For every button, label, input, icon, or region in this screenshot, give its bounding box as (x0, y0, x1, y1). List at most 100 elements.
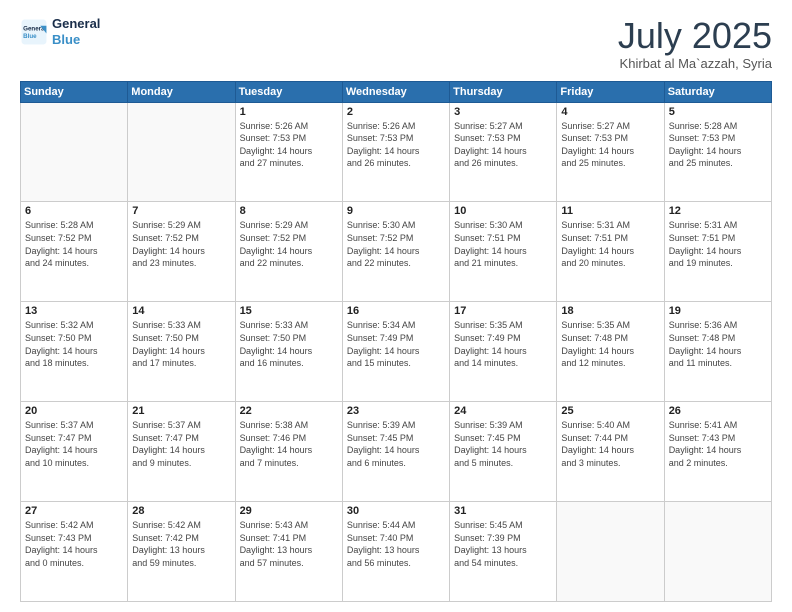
day-number: 26 (669, 405, 767, 417)
day-info: Sunrise: 5:27 AM Sunset: 7:53 PM Dayligh… (561, 120, 659, 170)
day-number: 16 (347, 305, 445, 317)
location-subtitle: Khirbat al Ma`azzah, Syria (618, 56, 772, 71)
day-number: 30 (347, 505, 445, 517)
day-number: 4 (561, 106, 659, 118)
table-row: 28 Sunrise: 5:42 AM Sunset: 7:42 PM Dayli… (128, 502, 235, 602)
calendar-week-row: 27 Sunrise: 5:42 AM Sunset: 7:43 PM Dayli… (21, 502, 772, 602)
table-row: 26 Sunrise: 5:41 AM Sunset: 7:43 PM Dayli… (664, 402, 771, 502)
header-monday: Monday (128, 81, 235, 102)
day-number: 10 (454, 205, 552, 217)
table-row: 8 Sunrise: 5:29 AM Sunset: 7:52 PM Daylig… (235, 202, 342, 302)
day-info: Sunrise: 5:37 AM Sunset: 7:47 PM Dayligh… (25, 419, 123, 469)
table-row: 13 Sunrise: 5:32 AM Sunset: 7:50 PM Dayli… (21, 302, 128, 402)
day-info: Sunrise: 5:37 AM Sunset: 7:47 PM Dayligh… (132, 419, 230, 469)
logo-text: General Blue (52, 16, 100, 47)
table-row: 31 Sunrise: 5:45 AM Sunset: 7:39 PM Dayli… (450, 502, 557, 602)
day-number: 13 (25, 305, 123, 317)
table-row: 21 Sunrise: 5:37 AM Sunset: 7:47 PM Dayli… (128, 402, 235, 502)
table-row: 4 Sunrise: 5:27 AM Sunset: 7:53 PM Daylig… (557, 102, 664, 202)
day-number: 6 (25, 205, 123, 217)
day-info: Sunrise: 5:26 AM Sunset: 7:53 PM Dayligh… (347, 120, 445, 170)
calendar-week-row: 6Sunrise: 5:28 AM Sunset: 7:52 PM Daylig… (21, 202, 772, 302)
page: General Blue General Blue July 2025 Khir… (0, 0, 792, 612)
calendar-week-row: 1Sunrise: 5:26 AM Sunset: 7:53 PM Daylig… (21, 102, 772, 202)
day-number: 18 (561, 305, 659, 317)
table-row: 6Sunrise: 5:28 AM Sunset: 7:52 PM Daylig… (21, 202, 128, 302)
header-saturday: Saturday (664, 81, 771, 102)
table-row: 5 Sunrise: 5:28 AM Sunset: 7:53 PM Daylig… (664, 102, 771, 202)
calendar-header-row: Sunday Monday Tuesday Wednesday Thursday… (21, 81, 772, 102)
calendar-week-row: 13 Sunrise: 5:32 AM Sunset: 7:50 PM Dayli… (21, 302, 772, 402)
table-row: 22Sunrise: 5:38 AM Sunset: 7:46 PM Dayli… (235, 402, 342, 502)
day-info: Sunrise: 5:34 AM Sunset: 7:49 PM Dayligh… (347, 319, 445, 369)
table-row: 16 Sunrise: 5:34 AM Sunset: 7:49 PM Dayli… (342, 302, 449, 402)
day-number: 8 (240, 205, 338, 217)
table-row: 20 Sunrise: 5:37 AM Sunset: 7:47 PM Dayli… (21, 402, 128, 502)
day-info: Sunrise: 5:31 AM Sunset: 7:51 PM Dayligh… (669, 219, 767, 269)
day-number: 20 (25, 405, 123, 417)
table-row: 1Sunrise: 5:26 AM Sunset: 7:53 PM Daylig… (235, 102, 342, 202)
day-info: Sunrise: 5:45 AM Sunset: 7:39 PM Dayligh… (454, 519, 552, 569)
logo: General Blue General Blue (20, 16, 100, 47)
day-info: Sunrise: 5:44 AM Sunset: 7:40 PM Dayligh… (347, 519, 445, 569)
day-info: Sunrise: 5:27 AM Sunset: 7:53 PM Dayligh… (454, 120, 552, 170)
day-number: 28 (132, 505, 230, 517)
table-row: 19 Sunrise: 5:36 AM Sunset: 7:48 PM Dayli… (664, 302, 771, 402)
table-row: 18 Sunrise: 5:35 AM Sunset: 7:48 PM Dayli… (557, 302, 664, 402)
day-info: Sunrise: 5:33 AM Sunset: 7:50 PM Dayligh… (132, 319, 230, 369)
table-row: 15 Sunrise: 5:33 AM Sunset: 7:50 PM Dayli… (235, 302, 342, 402)
day-info: Sunrise: 5:29 AM Sunset: 7:52 PM Dayligh… (132, 219, 230, 269)
day-info: Sunrise: 5:35 AM Sunset: 7:48 PM Dayligh… (561, 319, 659, 369)
day-number: 21 (132, 405, 230, 417)
day-info: Sunrise: 5:32 AM Sunset: 7:50 PM Dayligh… (25, 319, 123, 369)
header: General Blue General Blue July 2025 Khir… (20, 16, 772, 71)
day-number: 5 (669, 106, 767, 118)
day-number: 27 (25, 505, 123, 517)
day-info: Sunrise: 5:31 AM Sunset: 7:51 PM Dayligh… (561, 219, 659, 269)
title-block: July 2025 Khirbat al Ma`azzah, Syria (618, 16, 772, 71)
day-number: 31 (454, 505, 552, 517)
day-number: 19 (669, 305, 767, 317)
day-info: Sunrise: 5:30 AM Sunset: 7:51 PM Dayligh… (454, 219, 552, 269)
day-info: Sunrise: 5:39 AM Sunset: 7:45 PM Dayligh… (454, 419, 552, 469)
day-info: Sunrise: 5:36 AM Sunset: 7:48 PM Dayligh… (669, 319, 767, 369)
svg-text:Blue: Blue (23, 33, 37, 40)
day-number: 24 (454, 405, 552, 417)
day-info: Sunrise: 5:30 AM Sunset: 7:52 PM Dayligh… (347, 219, 445, 269)
day-number: 12 (669, 205, 767, 217)
table-row: 30 Sunrise: 5:44 AM Sunset: 7:40 PM Dayli… (342, 502, 449, 602)
table-row: 7 Sunrise: 5:29 AM Sunset: 7:52 PM Daylig… (128, 202, 235, 302)
table-row: 12 Sunrise: 5:31 AM Sunset: 7:51 PM Dayli… (664, 202, 771, 302)
table-row: 24 Sunrise: 5:39 AM Sunset: 7:45 PM Dayli… (450, 402, 557, 502)
day-info: Sunrise: 5:33 AM Sunset: 7:50 PM Dayligh… (240, 319, 338, 369)
day-info: Sunrise: 5:28 AM Sunset: 7:53 PM Dayligh… (669, 120, 767, 170)
table-row (664, 502, 771, 602)
calendar-week-row: 20 Sunrise: 5:37 AM Sunset: 7:47 PM Dayli… (21, 402, 772, 502)
day-info: Sunrise: 5:39 AM Sunset: 7:45 PM Dayligh… (347, 419, 445, 469)
day-info: Sunrise: 5:42 AM Sunset: 7:43 PM Dayligh… (25, 519, 123, 569)
day-info: Sunrise: 5:40 AM Sunset: 7:44 PM Dayligh… (561, 419, 659, 469)
day-info: Sunrise: 5:43 AM Sunset: 7:41 PM Dayligh… (240, 519, 338, 569)
day-number: 7 (132, 205, 230, 217)
day-number: 29 (240, 505, 338, 517)
day-info: Sunrise: 5:29 AM Sunset: 7:52 PM Dayligh… (240, 219, 338, 269)
logo-icon: General Blue (20, 18, 48, 46)
calendar-table: Sunday Monday Tuesday Wednesday Thursday… (20, 81, 772, 602)
table-row: 25Sunrise: 5:40 AM Sunset: 7:44 PM Dayli… (557, 402, 664, 502)
table-row (557, 502, 664, 602)
day-info: Sunrise: 5:42 AM Sunset: 7:42 PM Dayligh… (132, 519, 230, 569)
day-number: 2 (347, 106, 445, 118)
day-number: 23 (347, 405, 445, 417)
day-number: 3 (454, 106, 552, 118)
day-number: 17 (454, 305, 552, 317)
day-info: Sunrise: 5:41 AM Sunset: 7:43 PM Dayligh… (669, 419, 767, 469)
table-row: 14Sunrise: 5:33 AM Sunset: 7:50 PM Dayli… (128, 302, 235, 402)
table-row: 17Sunrise: 5:35 AM Sunset: 7:49 PM Dayli… (450, 302, 557, 402)
table-row: 10 Sunrise: 5:30 AM Sunset: 7:51 PM Dayli… (450, 202, 557, 302)
table-row: 2 Sunrise: 5:26 AM Sunset: 7:53 PM Daylig… (342, 102, 449, 202)
table-row: 27 Sunrise: 5:42 AM Sunset: 7:43 PM Dayli… (21, 502, 128, 602)
header-wednesday: Wednesday (342, 81, 449, 102)
table-row (128, 102, 235, 202)
day-number: 15 (240, 305, 338, 317)
month-title: July 2025 (618, 16, 772, 56)
